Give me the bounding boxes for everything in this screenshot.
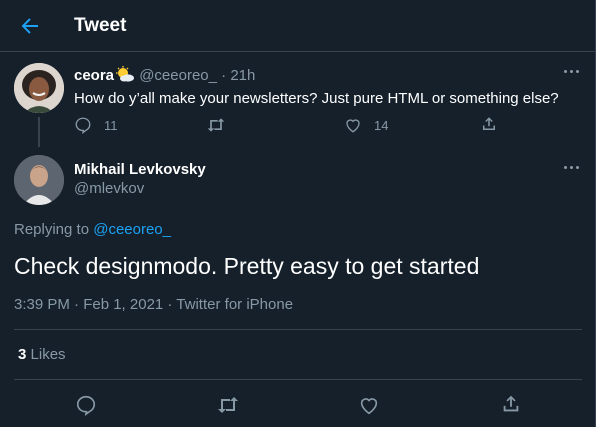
replying-prefix: Replying to — [14, 221, 90, 238]
author-handle[interactable]: @mlevkov — [74, 180, 144, 197]
retweet-button[interactable] — [206, 116, 226, 134]
header: Tweet — [0, 0, 596, 52]
separator: · — [221, 67, 227, 84]
tweet-text: Check designmodo. Pretty easy to get sta… — [14, 253, 480, 279]
likes-count: 3 — [18, 346, 27, 363]
avatar[interactable] — [14, 63, 64, 113]
parent-tweet-header: ceora @ceeoreo_ · 21h — [74, 66, 255, 84]
share-button[interactable] — [500, 393, 522, 415]
share-icon — [500, 393, 522, 415]
like-icon — [344, 116, 362, 134]
likes-summary[interactable]: 3 Likes — [18, 346, 66, 363]
tweet-detail-page: Tweet ceora @ceeoreo_ · 21h How do y’all… — [0, 0, 596, 427]
retweet-button[interactable] — [216, 394, 240, 416]
page-title: Tweet — [74, 15, 127, 36]
divider — [14, 379, 582, 380]
author-name[interactable]: ceora — [74, 67, 114, 84]
retweet-icon — [206, 116, 226, 134]
more-icon[interactable] — [562, 161, 582, 175]
like-icon — [358, 394, 380, 416]
back-arrow-icon[interactable] — [18, 14, 42, 38]
reply-button[interactable]: 11 — [74, 116, 118, 134]
tweet-meta[interactable]: 3:39 PM · Feb 1, 2021 · Twitter for iPho… — [14, 296, 293, 313]
like-count: 14 — [374, 117, 389, 133]
likes-label: Likes — [30, 346, 66, 363]
reply-button[interactable] — [75, 394, 97, 416]
like-button[interactable]: 14 — [344, 116, 388, 134]
like-button[interactable] — [358, 394, 380, 416]
timestamp[interactable]: 21h — [230, 67, 255, 84]
share-icon — [480, 115, 498, 133]
reply-icon — [75, 394, 97, 416]
replying-to: Replying to @ceeoreo_ — [14, 221, 171, 238]
thread-line — [38, 117, 40, 147]
replying-to-link[interactable]: @ceeoreo_ — [93, 221, 171, 238]
author-name[interactable]: Mikhail Levkovsky — [74, 161, 206, 178]
sun-cloud-emoji — [115, 66, 135, 82]
reply-count: 11 — [104, 117, 118, 133]
avatar[interactable] — [14, 155, 64, 205]
reply-icon — [74, 116, 92, 134]
author-handle[interactable]: @ceeoreo_ — [139, 67, 217, 84]
tweet-text: How do y’all make your newsletters? Just… — [74, 90, 559, 107]
more-icon[interactable] — [562, 65, 582, 79]
retweet-icon — [216, 394, 240, 416]
share-button[interactable] — [480, 115, 498, 133]
divider — [14, 329, 582, 330]
